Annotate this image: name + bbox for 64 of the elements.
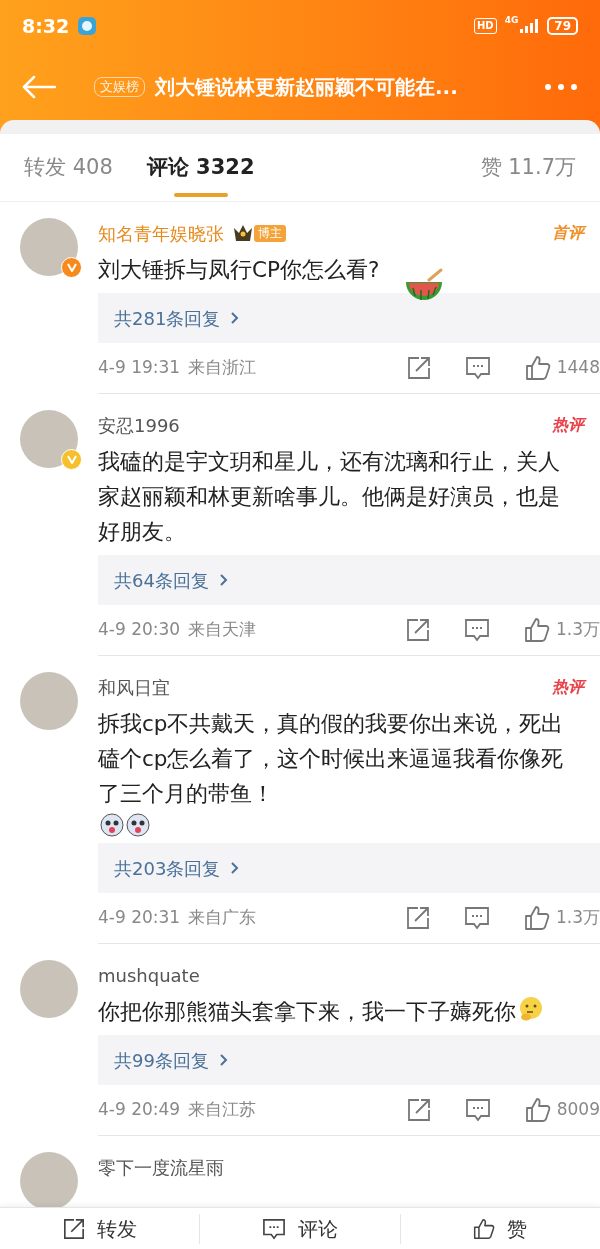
avatar-photo[interactable] bbox=[20, 218, 78, 276]
share-icon[interactable] bbox=[405, 618, 430, 642]
category-tag: 文娱榜 bbox=[94, 77, 145, 97]
share-icon[interactable] bbox=[405, 906, 430, 930]
hd-label: HD bbox=[473, 18, 497, 34]
bottom-action-button[interactable]: 转发 bbox=[0, 1213, 200, 1244]
post-title: 刘大锤说林更新赵丽颖不可能在... bbox=[155, 74, 458, 101]
comment-date: 4-9 19:31 bbox=[98, 356, 181, 380]
status-time: 8:32 bbox=[22, 13, 70, 39]
bottom-action-button[interactable]: 赞 bbox=[399, 1213, 600, 1244]
thumbs-up-icon[interactable] bbox=[523, 905, 550, 931]
comment-date: 4-9 20:30 bbox=[98, 618, 181, 642]
bottom-action-button[interactable]: 评论 bbox=[199, 1213, 400, 1244]
comment-icon[interactable] bbox=[464, 356, 491, 380]
comment-date: 4-9 20:49 bbox=[98, 1098, 181, 1122]
like-count: 1448 bbox=[556, 356, 600, 380]
chevron-right-icon bbox=[230, 311, 241, 325]
chevron-right-icon bbox=[218, 1053, 229, 1067]
thumbs-up-icon bbox=[473, 1217, 496, 1240]
tab[interactable]: 转发 408 bbox=[24, 134, 113, 201]
tab[interactable]: 赞 11.7万 bbox=[480, 134, 576, 201]
battery-level: 79 bbox=[547, 17, 578, 35]
role-badge: 博主 bbox=[254, 224, 286, 242]
more-menu-icon[interactable] bbox=[544, 83, 578, 91]
replies-link[interactable]: 共64条回复 bbox=[98, 555, 600, 605]
user-name[interactable]: 安忍1996 bbox=[98, 411, 180, 439]
replies-link[interactable]: 共281条回复 bbox=[98, 293, 600, 343]
comment-location: 来自广东 bbox=[188, 906, 257, 930]
dog-face-emoji-icon bbox=[100, 813, 124, 837]
comment-icon[interactable] bbox=[464, 1098, 491, 1122]
share-icon[interactable] bbox=[406, 1098, 431, 1122]
comment-date: 4-9 20:31 bbox=[98, 906, 181, 930]
tab[interactable]: 评论 3322 bbox=[146, 134, 255, 201]
crown-icon bbox=[232, 223, 254, 243]
user-name[interactable]: 零下一度流星雨 bbox=[98, 1153, 224, 1181]
comment-location: 来自浙江 bbox=[188, 356, 257, 380]
share-icon[interactable] bbox=[406, 356, 431, 380]
comment-text: 刘大锤拆与凤行CP你怎么看? bbox=[98, 256, 380, 284]
comment-icon bbox=[262, 1217, 286, 1240]
chevron-right-icon bbox=[230, 861, 241, 875]
like-count: 1.3万 bbox=[555, 618, 600, 642]
signal-icon bbox=[519, 18, 540, 34]
thinking-face-emoji-icon bbox=[518, 996, 544, 1022]
share-icon bbox=[62, 1217, 85, 1240]
chevron-right-icon bbox=[218, 573, 229, 587]
comment-icon[interactable] bbox=[463, 906, 490, 930]
replies-link[interactable]: 共203条回复 bbox=[98, 843, 600, 893]
thumbs-up-icon[interactable] bbox=[524, 355, 551, 381]
comment-location: 来自江苏 bbox=[188, 1098, 257, 1122]
dog-face-emoji-icon bbox=[126, 813, 150, 837]
thumbs-up-icon[interactable] bbox=[523, 617, 550, 643]
like-count: 1.3万 bbox=[555, 906, 600, 930]
replies-link[interactable]: 共99条回复 bbox=[98, 1035, 600, 1085]
app-icon bbox=[77, 16, 98, 36]
comment-location: 来自天津 bbox=[188, 618, 257, 642]
comment-text: 拆我cp不共戴天，真的假的我要你出来说，死出磕个cp怎么着了，这个时候出来逼逼我看你像死了三个月的带鱼！ bbox=[98, 710, 564, 808]
thumbs-up-icon[interactable] bbox=[524, 1097, 551, 1123]
user-name[interactable]: 和风日宜 bbox=[98, 673, 170, 701]
user-name[interactable]: mushquate bbox=[98, 961, 200, 989]
comment-text: 你把你那熊猫头套拿下来，我一下子薅死你 bbox=[98, 998, 516, 1026]
like-count: 8009 bbox=[556, 1098, 600, 1122]
comment-icon[interactable] bbox=[463, 618, 490, 642]
network-label: 4G bbox=[504, 14, 519, 27]
comment-text: 我磕的是宇文玥和星儿，还有沈璃和行止，关人家赵丽颖和林更新啥事儿。他俩是好演员，也是好朋友。 bbox=[98, 448, 561, 546]
